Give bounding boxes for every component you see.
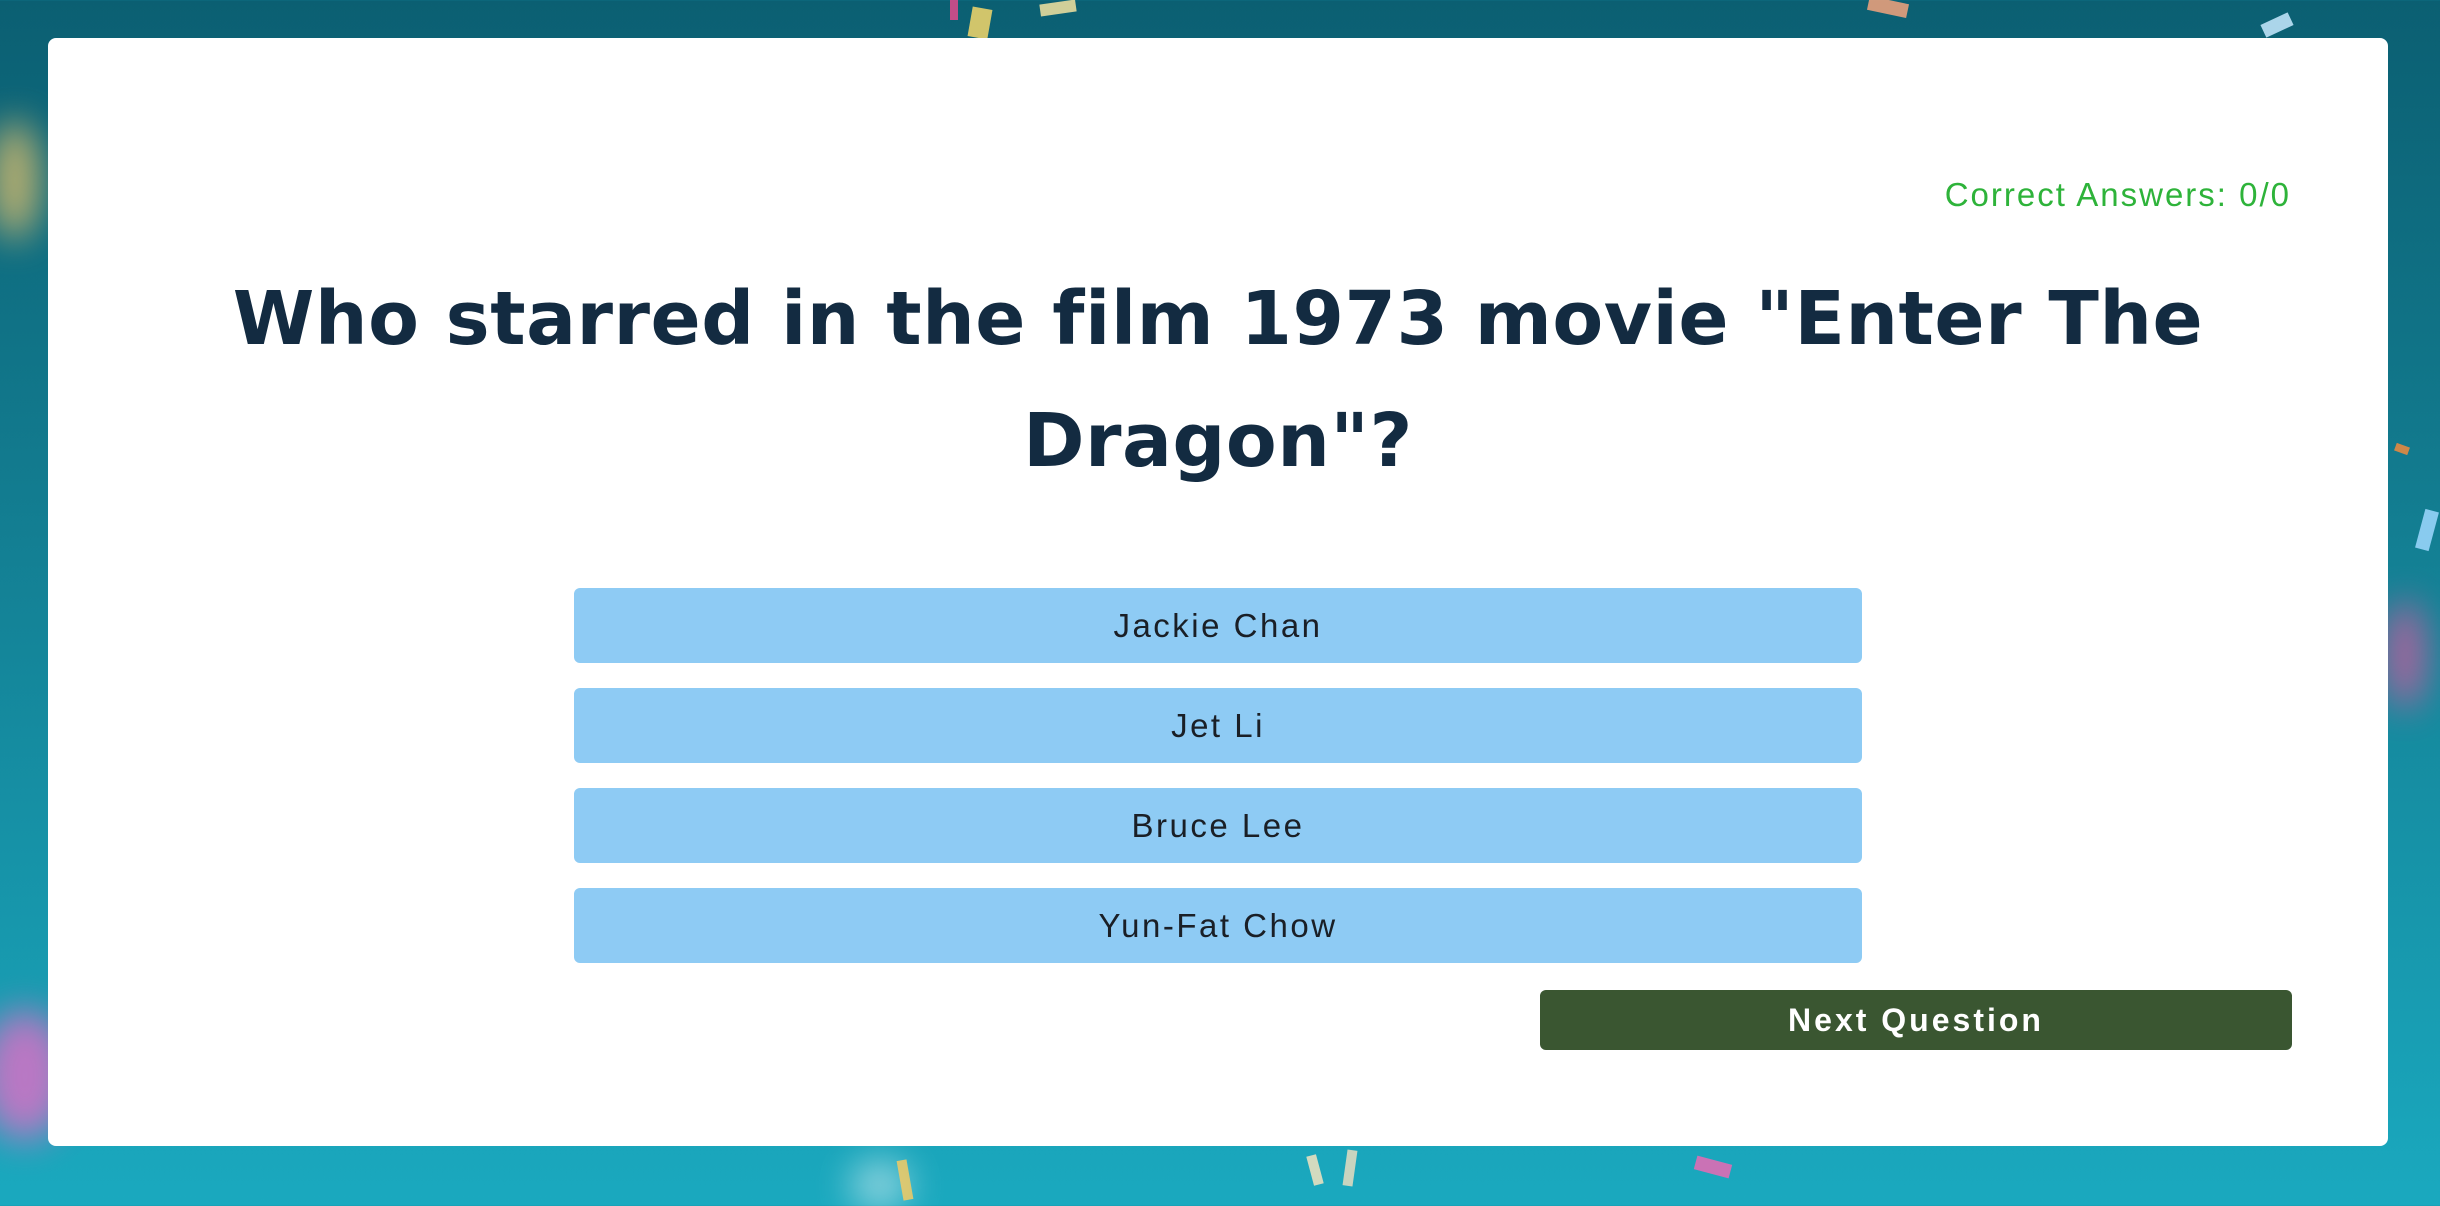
confetti-piece (1306, 1154, 1324, 1186)
question-text: Who starred in the film 1973 movie "Ente… (232, 276, 2204, 484)
confetti-piece (2415, 508, 2439, 552)
confetti-piece (1866, 0, 1910, 19)
background-blob-yellow (0, 120, 40, 240)
answer-button-yun-fat-chow[interactable]: Yun-Fat Chow (574, 888, 1862, 963)
confetti-piece (967, 6, 993, 40)
quiz-card: Correct Answers: 0/0 Who starred in the … (48, 38, 2388, 1146)
answer-list: Jackie Chan Jet Li Bruce Lee Yun-Fat Cho… (574, 588, 1862, 963)
correct-answers-counter: Correct Answers: 0/0 (1944, 176, 2291, 213)
confetti-piece (2394, 442, 2410, 456)
confetti-piece (2260, 12, 2294, 38)
confetti-piece (1693, 1155, 1733, 1179)
answer-button-bruce-lee[interactable]: Bruce Lee (574, 788, 1862, 863)
answer-button-jet-li[interactable]: Jet Li (574, 688, 1862, 763)
next-question-button[interactable]: Next Question (1540, 990, 2292, 1050)
confetti-piece (1039, 0, 1077, 17)
answer-button-jackie-chan[interactable]: Jackie Chan (574, 588, 1862, 663)
confetti-piece (950, 0, 958, 20)
confetti-piece (1342, 1149, 1358, 1187)
background-blob-magenta (2385, 600, 2425, 710)
